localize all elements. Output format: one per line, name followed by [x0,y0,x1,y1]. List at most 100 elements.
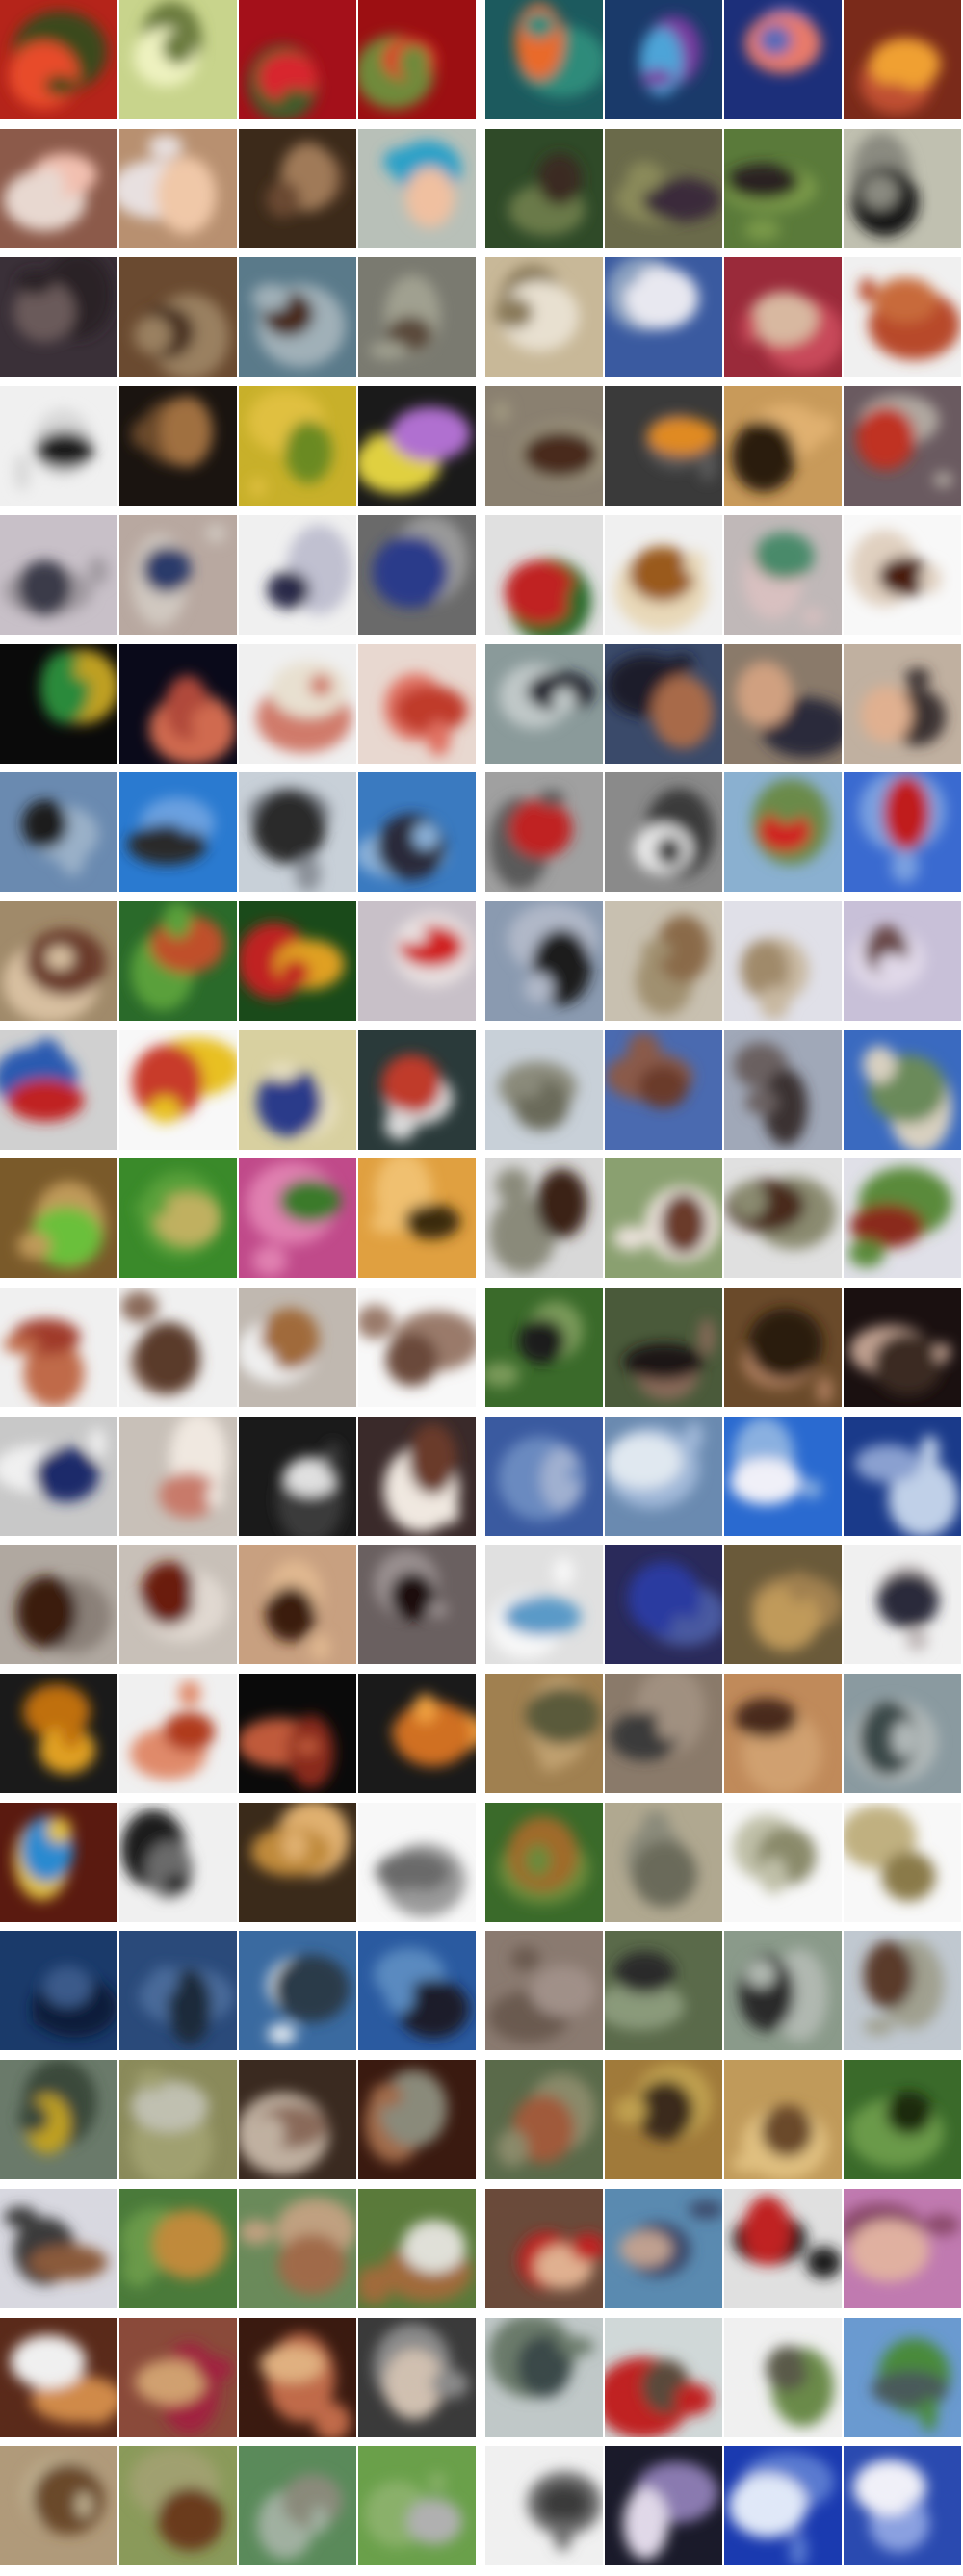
image-tile [358,1030,476,1150]
image-tile [239,1931,356,2050]
image-tile [485,515,603,635]
image-tile [844,772,961,892]
image-row [0,2318,963,2437]
class-group [0,1545,478,1664]
image-row [0,1545,963,1664]
image-tile [485,1545,603,1664]
image-tile [844,644,961,764]
image-tile [605,1158,722,1278]
class-group [0,2318,478,2437]
image-tile [239,257,356,377]
image-tile [485,772,603,892]
image-tile [239,2189,356,2308]
image-tile [485,257,603,377]
image-row [0,644,963,764]
image-tile [358,644,476,764]
image-tile [724,1674,842,1793]
image-row [0,0,963,119]
image-tile [239,386,356,506]
image-tile [358,1931,476,2050]
image-tile [119,644,237,764]
class-group [485,257,963,377]
class-group [485,2318,963,2437]
image-tile [0,2446,117,2565]
image-tile [0,1417,117,1536]
class-group [485,129,963,248]
image-tile [0,2189,117,2308]
image-row [0,1288,963,1407]
image-tile [0,644,117,764]
image-tile [358,1545,476,1664]
image-tile [239,1545,356,1664]
class-group [485,2446,963,2565]
image-tile [605,515,722,635]
image-tile [358,1288,476,1407]
image-tile [0,515,117,635]
image-tile [844,1674,961,1793]
image-tile [239,515,356,635]
image-tile [724,1030,842,1150]
image-tile [358,2189,476,2308]
image-tile [485,901,603,1021]
image-row [0,1030,963,1150]
image-tile [605,0,722,119]
image-tile [724,1931,842,2050]
class-group [485,1674,963,1793]
image-tile [605,901,722,1021]
class-group [0,386,478,506]
image-tile [844,515,961,635]
image-row [0,1417,963,1536]
image-tile [0,129,117,248]
image-tile [358,1803,476,1922]
image-tile [605,1030,722,1150]
image-tile [119,1674,237,1793]
image-tile [724,1417,842,1536]
image-tile [485,2446,603,2565]
image-tile [605,1674,722,1793]
image-tile [119,0,237,119]
image-tile [119,129,237,248]
image-tile [0,0,117,119]
image-tile [0,386,117,506]
image-tile [119,1545,237,1664]
class-group [0,901,478,1021]
image-tile [724,257,842,377]
image-tile [119,1158,237,1278]
class-group [485,1158,963,1278]
image-tile [844,1417,961,1536]
image-tile [844,2318,961,2437]
image-row [0,2189,963,2308]
image-row [0,2060,963,2179]
image-tile [239,2446,356,2565]
image-tile [844,1803,961,1922]
image-tile [605,2446,722,2565]
image-tile [844,1288,961,1407]
image-tile [239,1158,356,1278]
class-group [0,1674,478,1793]
image-tile [844,2446,961,2565]
image-row [0,257,963,377]
image-tile [119,1803,237,1922]
class-group [485,386,963,506]
image-tile [605,1931,722,2050]
image-tile [485,1674,603,1793]
image-tile [0,1158,117,1278]
image-tile [239,1674,356,1793]
class-group [0,129,478,248]
image-tile [724,129,842,248]
image-tile [485,644,603,764]
image-tile [0,901,117,1021]
image-tile [605,1803,722,1922]
image-tile [605,644,722,764]
image-tile [605,1417,722,1536]
image-tile [724,1545,842,1664]
image-tile [605,1288,722,1407]
class-group [485,1288,963,1407]
image-tile [844,1931,961,2050]
image-tile [0,1674,117,1793]
image-row [0,1931,963,2050]
class-group [485,2060,963,2179]
image-tile [119,901,237,1021]
class-group [0,1417,478,1536]
image-tile [485,1030,603,1150]
